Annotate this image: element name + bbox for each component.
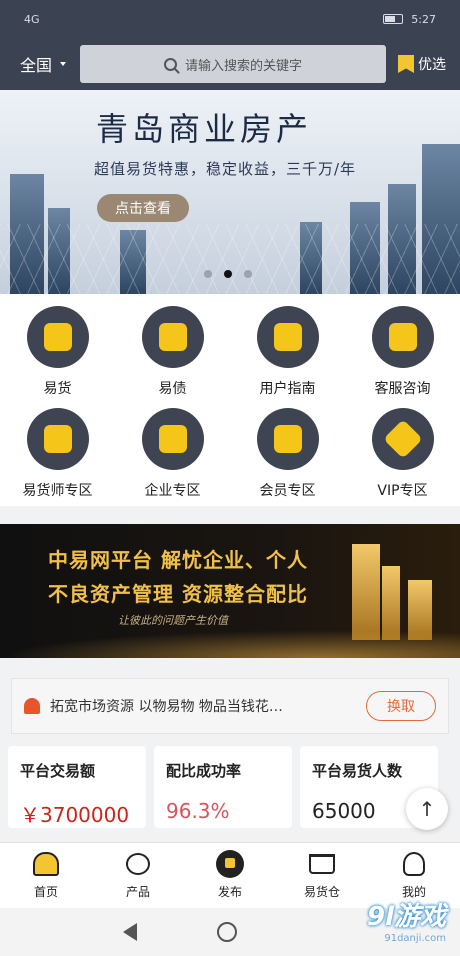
menu-label: VIP专区	[377, 483, 428, 499]
coin-icon	[141, 306, 204, 368]
card-icon	[256, 408, 319, 470]
tab-products[interactable]: 产品	[92, 843, 184, 908]
menu-label: 客服咨询	[374, 381, 431, 397]
diamond-icon	[371, 408, 434, 470]
stat-card-match-rate[interactable]: 配比成功率 96.3%	[154, 746, 292, 828]
carousel-dot-active[interactable]	[224, 270, 232, 278]
carousel-indicator	[204, 270, 252, 278]
document-icon	[256, 306, 319, 368]
preferred-button[interactable]: 优选	[398, 54, 450, 74]
stat-value: ￥3700000	[20, 803, 130, 827]
top-header: 全国 请输入搜索的关键字 优选	[0, 38, 460, 90]
stats-row: 平台交易额 ￥3700000 配比成功率 96.3% 平台易货人数 65000	[0, 746, 460, 828]
menu-label: 会员专区	[259, 483, 316, 499]
search-list-icon	[126, 853, 150, 875]
notice-section: 拓宽市场资源 以物易物 物品当钱花… 换取	[0, 658, 460, 746]
stat-value: 96.3%	[166, 799, 230, 823]
promo-glow-decoration	[0, 630, 460, 658]
stat-card-trade-volume[interactable]: 平台交易额 ￥3700000	[8, 746, 146, 828]
menu-item-customer-service[interactable]: 客服咨询	[345, 306, 460, 398]
region-selector[interactable]: 全国	[10, 52, 68, 76]
tab-publish[interactable]: 发布	[184, 843, 276, 908]
menu-item-member-zone[interactable]: 会员专区	[230, 408, 345, 500]
tab-label: 发布	[217, 885, 242, 899]
menu-item-user-guide[interactable]: 用户指南	[230, 306, 345, 398]
banner-grid-decoration	[0, 224, 460, 294]
watermark: 9l游戏 91danji.com	[367, 896, 446, 944]
tab-label: 产品	[125, 885, 150, 899]
banner-subtitle: 超值易货特惠，稳定收益，三千万/年	[94, 160, 357, 178]
arrow-up-icon: ↑	[418, 797, 436, 821]
menu-item-yihuo[interactable]: 易货	[0, 306, 115, 398]
promo-banner[interactable]: 中易网平台 解忧企业、个人 不良资产管理 资源整合配比 让彼此的问题产生价值	[0, 524, 460, 658]
carousel-dot[interactable]	[244, 270, 252, 278]
bell-icon	[24, 698, 40, 714]
promo-line-2: 不良资产管理 资源整合配比	[48, 582, 308, 606]
menu-item-broker-zone[interactable]: 易货师专区	[0, 408, 115, 500]
bag-icon	[26, 306, 89, 368]
search-icon	[163, 57, 177, 71]
stat-label: 平台易货人数	[312, 762, 403, 780]
book-icon	[141, 408, 204, 470]
banner-title: 青岛商业房产	[96, 110, 313, 148]
menu-label: 易货	[43, 381, 72, 397]
clock: 5:27	[411, 12, 436, 26]
menu-label: 易货师专区	[22, 483, 93, 499]
bookmark-icon	[398, 55, 414, 73]
preferred-label: 优选	[418, 57, 446, 73]
notice-text: 拓宽市场资源 以物易物 物品当钱花…	[50, 699, 283, 715]
menu-item-yizhai[interactable]: 易债	[115, 306, 230, 398]
stat-label: 平台交易额	[20, 762, 96, 780]
menu-label: 易债	[158, 381, 187, 397]
chevron-down-icon	[60, 62, 67, 66]
publish-icon	[216, 850, 244, 878]
menu-label: 用户指南	[259, 381, 316, 397]
tab-label: 首页	[33, 885, 58, 899]
building-graphic	[352, 544, 380, 640]
promo-line-3: 让彼此的问题产生价值	[118, 614, 228, 627]
back-triangle-icon[interactable]	[123, 923, 137, 941]
tab-home[interactable]: 首页	[0, 843, 92, 908]
headset-icon	[371, 306, 434, 368]
watermark-url: 91danji.com	[384, 933, 446, 944]
stat-label: 配比成功率	[166, 762, 242, 780]
home-icon	[33, 852, 59, 876]
menu-item-vip-zone[interactable]: VIP专区	[345, 408, 460, 500]
back-to-top-button[interactable]: ↑	[406, 788, 448, 830]
menu-item-enterprise-zone[interactable]: 企业专区	[115, 408, 230, 500]
banner-view-button[interactable]: 点击查看	[97, 194, 189, 222]
home-circle-icon[interactable]	[217, 922, 237, 942]
region-label: 全国	[20, 56, 53, 75]
carousel-dot[interactable]	[204, 270, 212, 278]
promo-line-1: 中易网平台 解忧企业、个人	[48, 548, 308, 572]
section-divider	[0, 506, 460, 524]
status-bar: 4G 5:27	[0, 0, 460, 38]
signal-indicator: 4G	[24, 12, 40, 26]
hero-banner[interactable]: 青岛商业房产 超值易货特惠，稳定收益，三千万/年 点击查看	[0, 90, 460, 294]
notice-bar[interactable]: 拓宽市场资源 以物易物 物品当钱花… 换取	[11, 678, 449, 734]
exchange-button[interactable]: 换取	[366, 691, 436, 721]
watermark-logo: 9l游戏	[366, 902, 446, 932]
tab-label: 易货仓	[303, 885, 340, 899]
battery-icon	[383, 14, 404, 24]
building-graphic	[382, 566, 400, 640]
person-icon	[26, 408, 89, 470]
menu-label: 企业专区	[144, 483, 201, 499]
user-icon	[403, 852, 425, 876]
cart-icon	[309, 854, 335, 874]
search-input[interactable]: 请输入搜索的关键字	[80, 45, 386, 83]
search-placeholder: 请输入搜索的关键字	[184, 58, 302, 74]
category-menu: 易货 易债 用户指南 客服咨询 易货师专区 企业专区 会员专区 VIP专区	[0, 294, 460, 506]
tab-warehouse[interactable]: 易货仓	[276, 843, 368, 908]
